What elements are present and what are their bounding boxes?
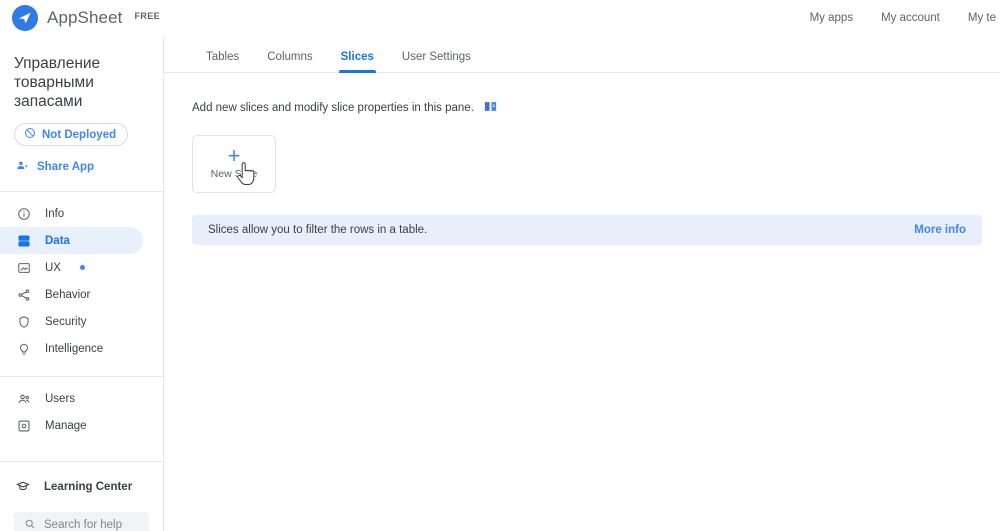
tab-user-settings[interactable]: User Settings — [388, 51, 485, 72]
new-slice-label: New Slice — [210, 167, 258, 180]
sidebar: Управление товарными запасами Not Deploy… — [0, 0, 164, 531]
slices-list: + New Slice — [164, 117, 1000, 193]
sidebar-item-security[interactable]: Security — [0, 308, 143, 335]
sidebar-item-label: Manage — [45, 419, 87, 432]
sidebar-item-label: Intelligence — [45, 342, 104, 355]
search-help-input[interactable]: Search for help — [14, 512, 149, 531]
sidebar-item-ux[interactable]: UX — [0, 254, 143, 281]
data-tabs: Tables Columns Slices User Settings — [164, 36, 1000, 73]
shield-icon — [16, 314, 31, 329]
brand-name: AppSheet — [47, 8, 123, 27]
app-status-area: Not Deployed Share App — [0, 111, 163, 177]
sidebar-item-intelligence[interactable]: Intelligence — [0, 335, 143, 362]
person-add-icon — [16, 159, 29, 175]
sidebar-item-label: Users — [45, 392, 76, 405]
database-icon — [16, 233, 31, 248]
manage-icon — [16, 418, 31, 433]
not-deployed-badge[interactable]: Not Deployed — [14, 123, 129, 146]
tab-slices[interactable]: Slices — [327, 51, 388, 73]
graduation-cap-icon — [16, 479, 30, 496]
appsheet-editor: AppSheet FREE My apps My account My te У… — [0, 0, 1000, 531]
share-nodes-icon — [16, 287, 31, 302]
paper-plane-icon — [12, 5, 38, 31]
my-account-link[interactable]: My account — [881, 12, 940, 24]
sidebar-item-label: Security — [45, 315, 87, 328]
sidebar-item-manage[interactable]: Manage — [0, 412, 143, 439]
users-icon — [16, 391, 31, 406]
more-info-link[interactable]: More info — [914, 224, 966, 236]
sidebar-divider-bottom — [0, 461, 163, 462]
info-banner: Slices allow you to filter the rows in a… — [192, 215, 982, 245]
search-icon — [24, 518, 36, 531]
top-bar: AppSheet FREE My apps My account My te — [0, 0, 1000, 36]
tab-columns[interactable]: Columns — [253, 51, 326, 72]
not-deployed-label: Not Deployed — [42, 128, 117, 141]
sidebar-nav-secondary: Users Manage — [0, 377, 163, 439]
sidebar-item-label: UX — [45, 261, 61, 274]
plus-icon: + — [227, 142, 241, 168]
sidebar-nav-primary: Info Data UX Behavior Security Intellige… — [0, 192, 163, 362]
search-help-placeholder: Search for help — [44, 519, 122, 531]
info-banner-text: Slices allow you to filter the rows in a… — [208, 224, 428, 236]
app-title: Управление товарными запасами — [14, 55, 101, 110]
book-icon[interactable] — [483, 99, 498, 117]
ux-update-dot — [79, 265, 85, 270]
pane-description-text: Add new slices and modify slice properti… — [192, 102, 474, 114]
top-nav: My apps My account My te — [810, 0, 1000, 36]
screen-icon — [16, 260, 31, 275]
brand-logo[interactable]: AppSheet FREE — [0, 5, 160, 31]
block-icon — [24, 127, 36, 142]
brand-plan-badge: FREE — [134, 11, 161, 21]
sidebar-item-label: Info — [45, 207, 65, 220]
lightbulb-icon — [16, 341, 31, 356]
sidebar-item-info[interactable]: Info — [0, 200, 143, 227]
share-app-label: Share App — [37, 161, 95, 173]
sidebar-item-data[interactable]: Data — [0, 227, 143, 254]
main-content: Tables Columns Slices User Settings Add … — [164, 0, 1000, 531]
info-circle-icon — [16, 206, 31, 221]
sidebar-item-users[interactable]: Users — [0, 385, 143, 412]
share-app-button[interactable]: Share App — [14, 159, 94, 175]
learning-center-label: Learning Center — [44, 481, 133, 493]
sidebar-item-label: Behavior — [45, 288, 91, 301]
my-team-link[interactable]: My te — [968, 12, 996, 24]
learning-center-link[interactable]: Learning Center — [0, 474, 163, 500]
my-apps-link[interactable]: My apps — [810, 12, 853, 24]
new-slice-card[interactable]: + New Slice — [192, 135, 276, 193]
tab-tables[interactable]: Tables — [192, 51, 253, 72]
pane-description: Add new slices and modify slice properti… — [164, 73, 1000, 117]
sidebar-item-behavior[interactable]: Behavior — [0, 281, 143, 308]
sidebar-item-label: Data — [45, 234, 70, 247]
